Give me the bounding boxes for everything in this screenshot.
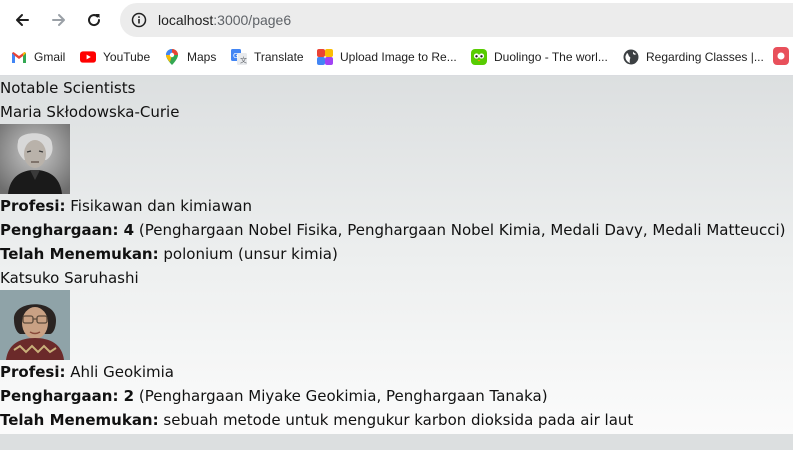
- bookmark-label: Upload Image to Re...: [340, 50, 457, 64]
- scientist-name: Maria Skłodowska-Curie: [0, 103, 180, 121]
- bookmark-label: Regarding Classes |...: [646, 50, 764, 64]
- bookmark-label: Maps: [187, 50, 217, 64]
- youtube-icon: [80, 49, 96, 65]
- bookmark-upload-image[interactable]: Upload Image to Re...: [317, 49, 457, 65]
- awards-label: Penghargaan: 2: [0, 387, 135, 405]
- profession-label: Profesi:: [0, 363, 66, 381]
- awards-value: (Penghargaan Miyake Geokimia, Penghargaa…: [138, 387, 548, 405]
- bookmark-maps[interactable]: Maps: [164, 49, 216, 65]
- scientist-card: Katsuko Saruhashi Profesi: Ahli Geokimia…: [0, 266, 793, 432]
- bookmark-regarding-classes[interactable]: Regarding Classes |...: [623, 49, 764, 65]
- page-content: Notable Scientists Maria Skłodowska-Curi…: [0, 76, 793, 434]
- discovered-label: Telah Menemukan:: [0, 411, 159, 429]
- arrow-left-icon: [16, 14, 29, 26]
- bookmarks-bar: Gmail YouTube Maps G 文 Translate Upload …: [0, 40, 793, 76]
- bookmark-youtube[interactable]: YouTube: [80, 49, 150, 65]
- scientist-name: Katsuko Saruhashi: [0, 269, 139, 287]
- discovered-label: Telah Menemukan:: [0, 245, 159, 263]
- bookmark-label: YouTube: [103, 50, 151, 64]
- bookmark-label: Gmail: [34, 50, 66, 64]
- site-info-icon[interactable]: [130, 11, 148, 29]
- discovered-row: Telah Menemukan: polonium (unsur kimia): [0, 242, 793, 266]
- duolingo-icon: [471, 49, 487, 65]
- bookmark-duolingo[interactable]: Duolingo - The worl...: [471, 49, 608, 65]
- arrow-right-icon: [52, 14, 65, 26]
- discovered-value: sebuah metode untuk mengukur karbon diok…: [163, 411, 634, 429]
- url-host: localhost: [158, 12, 214, 28]
- discovered-value: polonium (unsur kimia): [163, 245, 338, 263]
- page-bottom-strip: [0, 434, 793, 450]
- profession-label: Profesi:: [0, 197, 66, 215]
- awards-label: Penghargaan: 4: [0, 221, 135, 239]
- profession-value: Ahli Geokimia: [70, 363, 174, 381]
- discovered-row: Telah Menemukan: sebuah metode untuk men…: [0, 408, 793, 432]
- profession-row: Profesi: Fisikawan dan kimiawan: [0, 194, 793, 218]
- gmail-icon: [11, 49, 27, 65]
- page-title: Notable Scientists: [0, 79, 136, 97]
- bookmark-overflow-item[interactable]: [773, 47, 793, 65]
- svg-text:文: 文: [240, 56, 247, 65]
- forward-button[interactable]: [45, 6, 73, 34]
- profession-value: Fisikawan dan kimiawan: [70, 197, 253, 215]
- bookmark-label: Translate: [254, 50, 304, 64]
- bookmark-gmail[interactable]: Gmail: [11, 49, 65, 65]
- address-bar[interactable]: localhost:3000/page6: [120, 3, 793, 37]
- bookmark-label: Duolingo - The worl...: [494, 50, 608, 64]
- svg-text:G: G: [233, 52, 238, 60]
- reload-button[interactable]: [80, 6, 108, 34]
- translate-icon: G 文: [231, 49, 247, 65]
- app-icon: [773, 47, 789, 65]
- url-text: localhost:3000/page6: [158, 12, 291, 28]
- reload-icon: [88, 14, 101, 27]
- scientist-portrait-image: [0, 124, 70, 194]
- back-button[interactable]: [8, 6, 36, 34]
- bookmark-translate[interactable]: G 文 Translate: [231, 49, 304, 65]
- globe-icon: [623, 49, 639, 65]
- awards-row: Penghargaan: 2 (Penghargaan Miyake Geoki…: [0, 384, 793, 408]
- url-path: :3000/page6: [213, 12, 292, 28]
- profession-row: Profesi: Ahli Geokimia: [0, 360, 793, 384]
- browser-toolbar: localhost:3000/page6: [0, 0, 793, 40]
- scientist-card: Maria Skłodowska-Curie Profesi: Fisikawa…: [0, 100, 793, 266]
- awards-value: (Penghargaan Nobel Fisika, Penghargaan N…: [138, 221, 786, 239]
- maps-icon: [164, 49, 180, 65]
- upload-icon: [317, 49, 333, 65]
- awards-row: Penghargaan: 4 (Penghargaan Nobel Fisika…: [0, 218, 793, 242]
- scientist-portrait-image: [0, 290, 70, 360]
